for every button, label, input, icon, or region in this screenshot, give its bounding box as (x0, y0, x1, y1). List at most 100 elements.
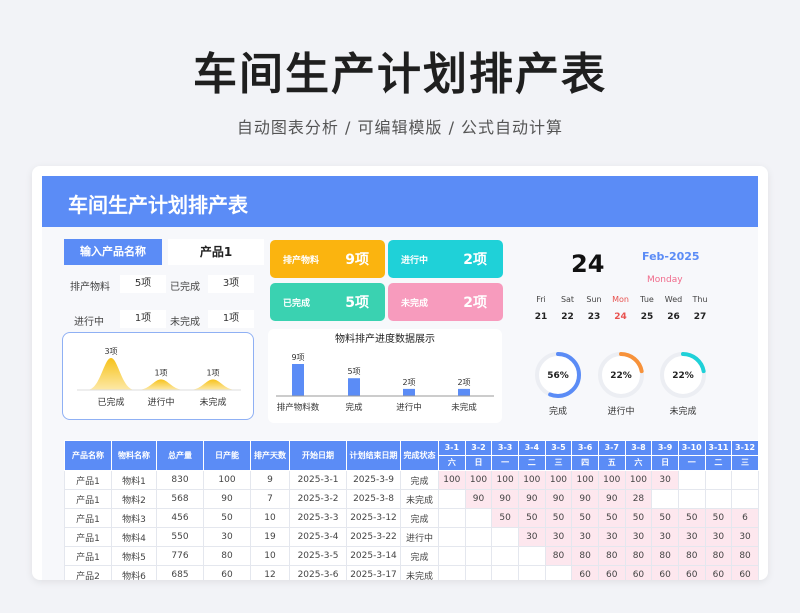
calendar-date[interactable]: 26 (661, 312, 687, 322)
table-row[interactable]: 产品1 物料3 456 50 10 2025-3-3 2025-3-12 完成 50 50 50 50… (64, 508, 759, 528)
schedule-cell[interactable]: 80 (677, 546, 706, 566)
table-header[interactable]: 完成状态 (400, 440, 439, 471)
schedule-cell[interactable]: 100 (491, 470, 519, 490)
schedule-cell[interactable]: 50 (704, 508, 733, 528)
schedule-cell[interactable]: 90 (491, 489, 519, 509)
schedule-cell[interactable]: 50 (651, 508, 679, 528)
date-header[interactable]: 3-1 (438, 440, 466, 456)
schedule-cell[interactable]: 30 (517, 527, 546, 547)
schedule-cell[interactable] (731, 489, 759, 509)
table-cell[interactable]: 19 (250, 527, 290, 547)
schedule-cell[interactable]: 30 (651, 527, 679, 547)
calendar-date[interactable]: 24 (608, 312, 634, 322)
table-cell[interactable]: 9 (250, 470, 290, 490)
stat-value-undone[interactable]: 1项 (208, 310, 254, 328)
schedule-cell[interactable]: 80 (624, 546, 653, 566)
calendar-date[interactable]: 23 (581, 312, 607, 322)
schedule-cell[interactable]: 30 (651, 470, 679, 490)
schedule-cell[interactable]: 80 (571, 546, 599, 566)
table-cell[interactable]: 2025-3-14 (346, 546, 401, 566)
schedule-cell[interactable]: 100 (571, 470, 599, 490)
table-cell[interactable]: 2025-3-17 (346, 565, 401, 580)
schedule-cell[interactable]: 60 (624, 565, 653, 580)
schedule-cell[interactable] (704, 470, 733, 490)
tile-undone[interactable]: 未完成 2项 (388, 283, 503, 321)
date-header[interactable]: 3-6 (571, 440, 599, 456)
schedule-cell[interactable] (438, 489, 466, 509)
stat-value-done[interactable]: 3项 (208, 275, 254, 293)
schedule-cell[interactable]: 90 (517, 489, 546, 509)
table-cell[interactable]: 完成 (400, 508, 439, 528)
calendar-date[interactable]: 25 (634, 312, 660, 322)
schedule-cell[interactable]: 100 (597, 470, 626, 490)
table-cell[interactable]: 568 (156, 489, 204, 509)
schedule-cell[interactable]: 50 (624, 508, 653, 528)
schedule-cell[interactable]: 50 (597, 508, 626, 528)
schedule-cell[interactable]: 80 (544, 546, 573, 566)
table-cell[interactable]: 2025-3-1 (289, 470, 347, 490)
schedule-cell[interactable]: 60 (704, 565, 733, 580)
table-cell[interactable]: 685 (156, 565, 204, 580)
table-header[interactable]: 计划结束日期 (346, 440, 401, 471)
date-header[interactable]: 3-3 (491, 440, 519, 456)
schedule-cell[interactable] (677, 489, 706, 509)
date-header[interactable]: 3-4 (517, 440, 546, 456)
table-cell[interactable]: 完成 (400, 546, 439, 566)
schedule-cell[interactable]: 100 (624, 470, 653, 490)
schedule-cell[interactable] (464, 508, 493, 528)
schedule-cell[interactable] (704, 489, 733, 509)
table-cell[interactable]: 60 (203, 565, 251, 580)
table-cell[interactable]: 2025-3-3 (289, 508, 347, 528)
table-cell[interactable]: 2025-3-6 (289, 565, 347, 580)
schedule-cell[interactable] (731, 470, 759, 490)
schedule-cell[interactable]: 90 (571, 489, 599, 509)
table-cell[interactable]: 550 (156, 527, 204, 547)
table-cell[interactable]: 50 (203, 508, 251, 528)
schedule-cell[interactable]: 60 (571, 565, 599, 580)
schedule-cell[interactable] (517, 546, 546, 566)
date-header[interactable]: 3-12 (731, 440, 759, 456)
table-cell[interactable]: 2025-3-4 (289, 527, 347, 547)
table-header[interactable]: 开始日期 (289, 440, 347, 471)
table-cell[interactable]: 产品1 (64, 527, 112, 547)
table-cell[interactable]: 80 (203, 546, 251, 566)
table-cell[interactable]: 产品1 (64, 470, 112, 490)
schedule-cell[interactable] (677, 470, 706, 490)
table-cell[interactable]: 10 (250, 546, 290, 566)
date-header[interactable]: 3-8 (624, 440, 653, 456)
calendar-date[interactable]: 27 (687, 312, 713, 322)
table-cell[interactable]: 进行中 (400, 527, 439, 547)
schedule-cell[interactable]: 60 (651, 565, 679, 580)
date-header[interactable]: 3-5 (544, 440, 573, 456)
table-header[interactable]: 产品名称 (64, 440, 112, 471)
schedule-cell[interactable]: 50 (571, 508, 599, 528)
schedule-cell[interactable]: 50 (517, 508, 546, 528)
schedule-cell[interactable] (651, 489, 679, 509)
schedule-cell[interactable] (491, 527, 519, 547)
schedule-cell[interactable]: 30 (624, 527, 653, 547)
schedule-cell[interactable] (491, 565, 519, 580)
table-cell[interactable]: 产品1 (64, 546, 112, 566)
table-row[interactable]: 产品1 物料4 550 30 19 2025-3-4 2025-3-22 进行中 30 30 30 3… (64, 527, 759, 547)
schedule-cell[interactable]: 80 (731, 546, 759, 566)
table-cell[interactable]: 未完成 (400, 489, 439, 509)
table-cell[interactable]: 物料4 (111, 527, 157, 547)
schedule-cell[interactable]: 28 (624, 489, 653, 509)
table-header[interactable]: 总产量 (156, 440, 204, 471)
table-cell[interactable]: 产品1 (64, 508, 112, 528)
calendar-date[interactable]: 22 (555, 312, 581, 322)
table-cell[interactable]: 2025-3-12 (346, 508, 401, 528)
table-cell[interactable]: 物料2 (111, 489, 157, 509)
tile-in-progress[interactable]: 进行中 2项 (388, 240, 503, 278)
table-cell[interactable]: 2025-3-2 (289, 489, 347, 509)
schedule-cell[interactable]: 30 (677, 527, 706, 547)
schedule-cell[interactable] (438, 565, 466, 580)
table-cell[interactable]: 830 (156, 470, 204, 490)
schedule-cell[interactable]: 80 (597, 546, 626, 566)
schedule-cell[interactable]: 60 (677, 565, 706, 580)
schedule-cell[interactable]: 90 (544, 489, 573, 509)
table-cell[interactable]: 2025-3-5 (289, 546, 347, 566)
schedule-cell[interactable]: 80 (704, 546, 733, 566)
schedule-cell[interactable]: 30 (571, 527, 599, 547)
schedule-cell[interactable] (517, 565, 546, 580)
